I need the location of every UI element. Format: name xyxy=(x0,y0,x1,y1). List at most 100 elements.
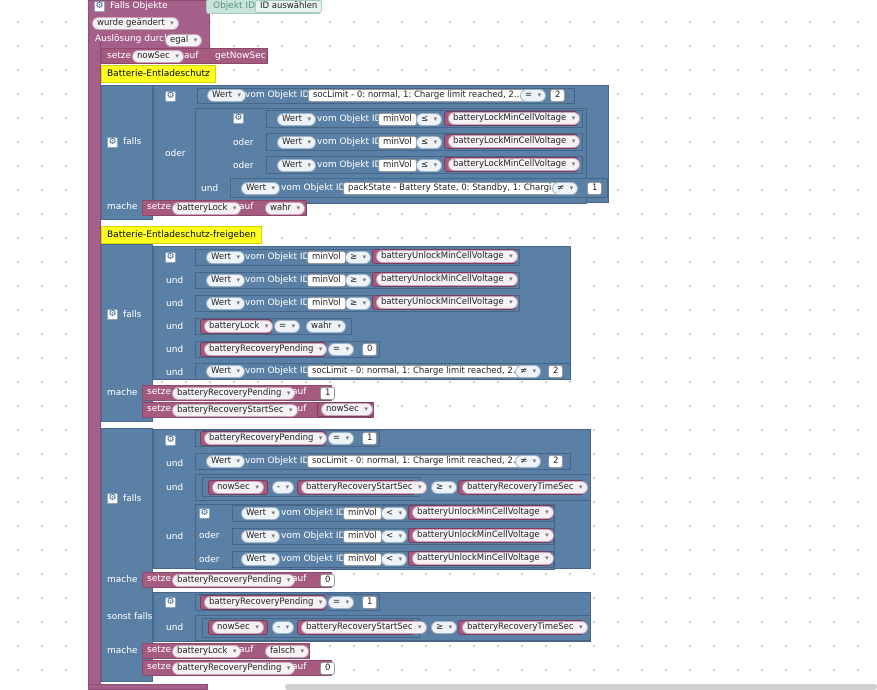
or-gear-icon[interactable]: ⚙ xyxy=(165,91,176,102)
nowsec-var[interactable]: nowSec xyxy=(321,403,373,416)
number-two[interactable]: 2 xyxy=(548,365,564,378)
wert-dropdown[interactable]: Wert xyxy=(206,251,245,264)
minvol-object-field[interactable]: minVol xyxy=(307,297,346,310)
wahr-dropdown[interactable]: wahr xyxy=(306,320,347,333)
ne-operator[interactable]: ≠ xyxy=(515,455,542,468)
if-gear-icon[interactable]: ⚙ xyxy=(107,493,118,504)
minvol-object-field[interactable]: minVol xyxy=(307,251,346,264)
minus-operator[interactable]: - xyxy=(272,481,295,494)
wert-dropdown[interactable]: Wert xyxy=(207,89,246,102)
batteryunlockmincellvoltage-var[interactable]: batteryUnlockMinCellVoltage xyxy=(412,506,554,519)
and-block[interactable] xyxy=(153,246,571,380)
wert-dropdown[interactable]: Wert xyxy=(241,553,280,566)
batteryrecoverytimesec-var[interactable]: batteryRecoveryTimeSec xyxy=(462,621,588,634)
wert-dropdown[interactable]: Wert xyxy=(206,365,245,378)
batterylockmincellvoltage-var[interactable]: batteryLockMinCellVoltage xyxy=(448,112,581,125)
soc-object-field[interactable]: socLimit - 0: normal, 1: Charge limit re… xyxy=(307,365,526,378)
lt-operator[interactable]: < xyxy=(381,553,408,566)
number-zero[interactable]: 0 xyxy=(362,343,378,356)
batteryunlockmincellvoltage-var[interactable]: batteryUnlockMinCellVoltage xyxy=(376,296,518,309)
falsch-dropdown[interactable]: falsch xyxy=(265,645,310,658)
number-two[interactable]: 2 xyxy=(550,89,566,102)
and-gear-icon[interactable]: ⚙ xyxy=(165,252,176,263)
soc-object-field[interactable]: socLimit - 0: normal, 1: Charge limit re… xyxy=(308,89,527,102)
number-one[interactable]: 1 xyxy=(320,387,336,400)
eq-operator[interactable]: = xyxy=(328,596,355,609)
batterylock-var-dropdown[interactable]: batteryLock xyxy=(172,202,242,215)
minvol-object-field[interactable]: minVol xyxy=(343,507,382,520)
nowsec-var[interactable]: nowSec xyxy=(212,481,264,494)
minvol-object-field[interactable]: minVol xyxy=(343,530,382,543)
batteryrecoverystartsec-var[interactable]: batteryRecoveryStartSec xyxy=(301,621,427,634)
lt-operator[interactable]: < xyxy=(381,530,408,543)
batteryunlockmincellvoltage-var[interactable]: batteryUnlockMinCellVoltage xyxy=(376,273,518,286)
ne-operator[interactable]: ≠ xyxy=(515,365,542,378)
or-gear-icon[interactable]: ⚙ xyxy=(199,508,210,519)
batteryrecoverystartsec-var-dropdown[interactable]: batteryRecoveryStartSec xyxy=(172,404,298,417)
le-operator[interactable]: ≤ xyxy=(416,159,443,172)
batteryrecoverypending-var[interactable]: batteryRecoveryPending xyxy=(204,432,328,445)
batterylockmincellvoltage-var[interactable]: batteryLockMinCellVoltage xyxy=(448,158,581,171)
ne-operator[interactable]: ≠ xyxy=(552,182,579,195)
event-gear-icon[interactable]: ⚙ xyxy=(94,1,105,12)
pack-object-field[interactable]: packState - Battery State, 0: Standby, 1… xyxy=(343,182,565,195)
minvol-object-field[interactable]: minVol xyxy=(378,113,417,126)
le-operator[interactable]: ≤ xyxy=(416,113,443,126)
batteryrecoverypending-var-dropdown[interactable]: batteryRecoveryPending xyxy=(172,574,296,587)
wert-dropdown[interactable]: Wert xyxy=(241,182,280,195)
nowsec-var[interactable]: nowSec xyxy=(212,621,264,634)
number-one[interactable]: 1 xyxy=(587,182,603,195)
wert-dropdown[interactable]: Wert xyxy=(277,136,316,149)
nowsec-var-dropdown[interactable]: nowSec xyxy=(132,50,184,63)
batterylock-var[interactable]: batteryLock xyxy=(204,320,274,333)
batteryrecoverystartsec-var[interactable]: batteryRecoveryStartSec xyxy=(301,481,427,494)
wert-dropdown[interactable]: Wert xyxy=(241,530,280,543)
wert-dropdown[interactable]: Wert xyxy=(206,297,245,310)
minvol-object-field[interactable]: minVol xyxy=(378,136,417,149)
batterylockmincellvoltage-var[interactable]: batteryLockMinCellVoltage xyxy=(448,135,581,148)
eq-operator[interactable]: = xyxy=(328,432,355,445)
number-zero[interactable]: 0 xyxy=(320,662,336,675)
number-one[interactable]: 1 xyxy=(362,432,378,445)
minvol-object-field[interactable]: minVol xyxy=(343,553,382,566)
number-zero[interactable]: 0 xyxy=(320,574,336,587)
wert-dropdown[interactable]: Wert xyxy=(206,274,245,287)
ge-operator[interactable]: ≥ xyxy=(345,274,372,287)
condition-dropdown[interactable]: wurde geändert xyxy=(92,17,179,30)
minvol-object-field[interactable]: minVol xyxy=(378,159,417,172)
batteryunlockmincellvoltage-var[interactable]: batteryUnlockMinCellVoltage xyxy=(412,552,554,565)
wert-dropdown[interactable]: Wert xyxy=(277,113,316,126)
trigger-dropdown[interactable]: egal xyxy=(165,34,203,47)
batteryrecoverytimesec-var[interactable]: batteryRecoveryTimeSec xyxy=(462,481,588,494)
if-gear-icon[interactable]: ⚙ xyxy=(107,137,118,148)
batteryrecoverypending-var-dropdown[interactable]: batteryRecoveryPending xyxy=(172,387,296,400)
batteryrecoverypending-var[interactable]: batteryRecoveryPending xyxy=(204,343,328,356)
eq-operator[interactable]: = xyxy=(520,89,547,102)
batteryunlockmincellvoltage-var[interactable]: batteryUnlockMinCellVoltage xyxy=(412,529,554,542)
number-one[interactable]: 1 xyxy=(362,596,378,609)
batterylock-var-dropdown[interactable]: batteryLock xyxy=(172,645,242,658)
batteryrecoverypending-var[interactable]: batteryRecoveryPending xyxy=(204,596,328,609)
ge-operator[interactable]: ≥ xyxy=(345,251,372,264)
and-gear-icon[interactable]: ⚙ xyxy=(233,113,244,124)
ge-operator[interactable]: ≥ xyxy=(431,481,458,494)
eq-operator[interactable]: = xyxy=(328,343,355,356)
batteryrecoverypending-var-dropdown[interactable]: batteryRecoveryPending xyxy=(172,662,296,675)
if-gear-icon[interactable]: ⚙ xyxy=(107,309,118,320)
object-id-select[interactable]: ID auswählen xyxy=(255,0,323,13)
and-gear-icon[interactable]: ⚙ xyxy=(165,435,176,446)
eq-operator[interactable]: = xyxy=(274,320,301,333)
number-two[interactable]: 2 xyxy=(548,455,564,468)
wert-dropdown[interactable]: Wert xyxy=(241,507,280,520)
ge-operator[interactable]: ≥ xyxy=(431,621,458,634)
wert-dropdown[interactable]: Wert xyxy=(206,455,245,468)
wert-dropdown[interactable]: Wert xyxy=(277,159,316,172)
and-gear-icon[interactable]: ⚙ xyxy=(165,597,176,608)
minvol-object-field[interactable]: minVol xyxy=(307,274,346,287)
le-operator[interactable]: ≤ xyxy=(416,136,443,149)
comment-note[interactable]: Batterie-Entladeschutz-freigeben xyxy=(101,226,262,244)
lt-operator[interactable]: < xyxy=(381,507,408,520)
wahr-dropdown[interactable]: wahr xyxy=(265,202,306,215)
soc-object-field[interactable]: socLimit - 0: normal, 1: Charge limit re… xyxy=(307,455,526,468)
comment-note[interactable]: Batterie-Entladeschutz xyxy=(101,65,216,83)
